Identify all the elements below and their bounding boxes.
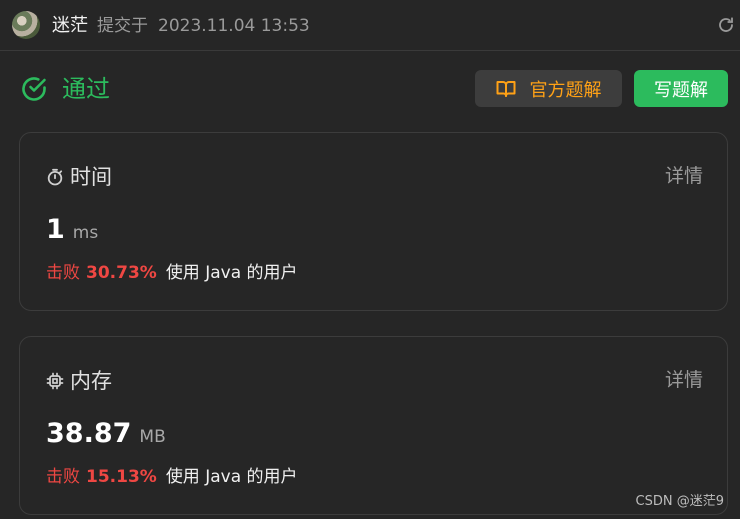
memory-beats: 击败 15.13% 使用 Java 的用户 [46,465,298,489]
check-circle-icon [22,77,46,101]
runtime-card: 时间 详情 1 ms 击败 30.73% 使用 Java 的用户 [19,132,728,311]
refresh-icon[interactable] [717,16,735,34]
write-solution-button[interactable]: 写题解 [634,70,728,107]
memory-title: 内存 [46,367,112,395]
runtime-detail-link[interactable]: 详情 [665,163,703,189]
runtime-beats-suffix: 使用 Java 的用户 [165,263,298,283]
memory-beats-percent: 15.13% [86,467,157,487]
avatar[interactable] [12,11,40,39]
status-row: 通过 [20,74,110,104]
runtime-beats: 击败 30.73% 使用 Java 的用户 [46,261,298,285]
write-solution-label: 写题解 [654,79,708,101]
submit-label: 提交于 [97,16,148,36]
memory-beats-suffix: 使用 Java 的用户 [165,467,298,487]
runtime-value: 1 [46,214,65,245]
runtime-beats-percent: 30.73% [86,263,157,283]
memory-metric: 38.87 MB [46,417,166,451]
status-accepted: 通过 [62,75,110,103]
submit-time: 2023.11.04 13:53 [158,16,310,36]
memory-detail-link[interactable]: 详情 [665,367,703,393]
submission-header: 迷茫 提交于 2023.11.04 13:53 [0,0,740,51]
runtime-beats-label: 击败 [46,263,80,283]
runtime-title: 时间 [46,163,112,191]
memory-beats-label: 击败 [46,467,80,487]
chip-icon [46,372,64,390]
book-icon [496,80,515,97]
official-solution-button[interactable]: 官方题解 [475,70,622,107]
official-solution-label: 官方题解 [529,79,602,101]
memory-card: 内存 详情 38.87 MB 击败 15.13% 使用 Java 的用户 [19,336,728,515]
username[interactable]: 迷茫 [52,14,88,38]
runtime-metric: 1 ms [46,213,98,247]
memory-value: 38.87 [46,418,132,449]
runtime-title-label: 时间 [70,165,112,189]
stopwatch-icon [47,168,63,186]
memory-title-label: 内存 [70,369,112,393]
runtime-unit: ms [72,223,99,243]
watermark: CSDN @迷茫9 [635,494,724,509]
memory-unit: MB [139,427,166,447]
